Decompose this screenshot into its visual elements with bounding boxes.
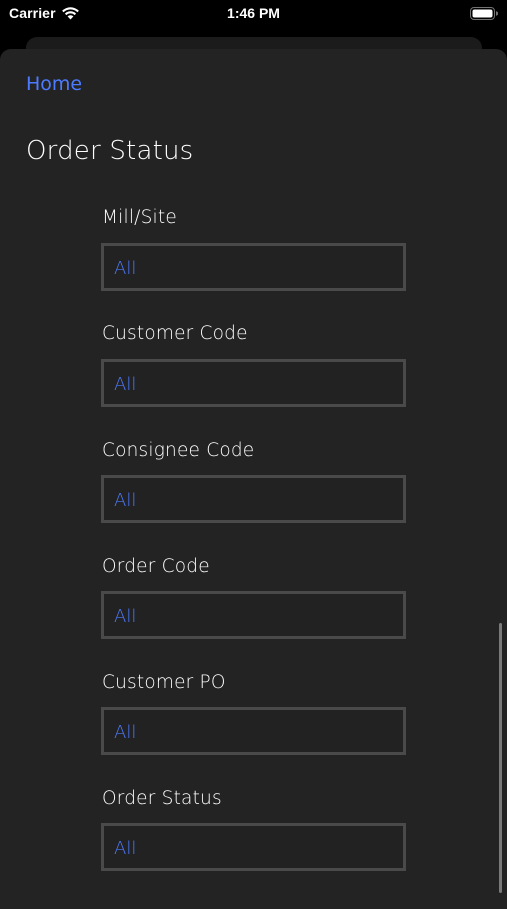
page-title: Order Status bbox=[26, 136, 194, 166]
order-code-value: All bbox=[114, 606, 137, 627]
customer-po-label: Customer PO bbox=[102, 672, 226, 693]
customer-po-value: All bbox=[114, 722, 137, 743]
battery-icon bbox=[470, 7, 498, 20]
mill-site-value: All bbox=[114, 258, 137, 279]
customer-code-label: Customer Code bbox=[102, 323, 248, 344]
customer-code-value: All bbox=[114, 374, 137, 395]
mill-site-label: Mill/Site bbox=[102, 207, 177, 228]
order-status-label: Order Status bbox=[102, 788, 222, 809]
mill-site-select[interactable]: All bbox=[101, 243, 406, 291]
status-bar: Carrier 1:46 PM bbox=[0, 0, 507, 30]
consignee-code-label: Consignee Code bbox=[102, 440, 255, 461]
consignee-code-select[interactable]: All bbox=[101, 475, 406, 523]
customer-po-select[interactable]: All bbox=[101, 707, 406, 755]
order-code-label: Order Code bbox=[102, 556, 210, 577]
clock: 1:46 PM bbox=[227, 5, 280, 21]
customer-code-select[interactable]: All bbox=[101, 359, 406, 407]
order-status-value: All bbox=[114, 838, 137, 859]
order-status-select[interactable]: All bbox=[101, 823, 406, 871]
consignee-code-value: All bbox=[114, 490, 137, 511]
order-code-select[interactable]: All bbox=[101, 591, 406, 639]
scroll-indicator[interactable] bbox=[499, 623, 502, 893]
home-link[interactable]: Home bbox=[26, 73, 82, 95]
